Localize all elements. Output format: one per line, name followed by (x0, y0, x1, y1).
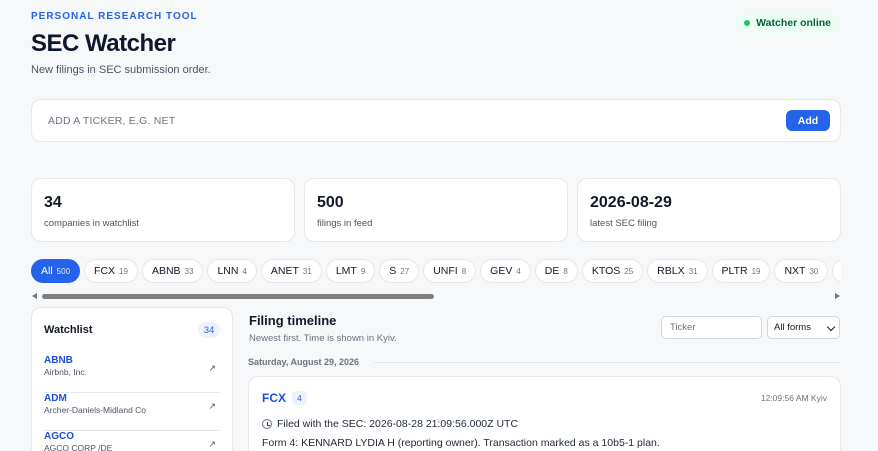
form-type-select[interactable]: All forms (767, 316, 840, 339)
stat-value: 500 (317, 194, 344, 211)
watchlist-ticker[interactable]: ABNB (44, 355, 73, 366)
external-link-icon[interactable]: ↗ (208, 363, 216, 374)
form-type-select-value: All forms (774, 322, 811, 333)
chip-count: 19 (119, 266, 128, 276)
filter-chip-abnb[interactable]: ABNB 33 (141, 259, 204, 283)
ticker-filter-chips: All 500 FCX 19 ABNB 33 LNN 4 ANET 31 LMT 9 S 27 UNFI 8 G… (31, 259, 841, 285)
clock-icon (262, 419, 272, 429)
external-link-icon[interactable]: ↗ (208, 439, 216, 450)
scroll-left-icon[interactable] (32, 293, 37, 299)
chip-label: GEV (490, 265, 513, 277)
chip-count: 8 (563, 266, 568, 276)
filter-chip-anet[interactable]: ANET 31 (260, 259, 322, 283)
filter-chip-s[interactable]: S 27 (379, 259, 420, 283)
watchlist-item[interactable]: ADM Archer-Daniels-Midland Co ↗ (44, 393, 220, 431)
timeline-title: Filing timeline (249, 313, 337, 328)
watchlist-count-badge: 34 (198, 322, 220, 338)
day-heading: Saturday, August 29, 2026 (248, 357, 360, 367)
ticker-input[interactable] (48, 112, 748, 130)
chip-label: LMT (335, 265, 357, 277)
status-badge: Watcher online (736, 13, 839, 33)
chip-count: 30 (809, 266, 819, 276)
day-divider (374, 362, 841, 363)
filter-chip-all[interactable]: All 500 (31, 259, 81, 283)
stat-value: 2026-08-29 (590, 194, 672, 211)
stat-label: latest SEC filing (590, 218, 658, 229)
chip-label: PLTR (721, 265, 748, 277)
page-subtitle: New filings in SEC submission order. (31, 64, 211, 76)
chip-label: FCX (94, 265, 116, 277)
chip-label: ABNB (151, 265, 181, 277)
watchlist-title: Watchlist (44, 324, 93, 336)
chips-scrollbar[interactable] (31, 293, 841, 301)
external-link-icon[interactable]: ↗ (208, 401, 216, 412)
chip-label: KTOS (591, 265, 621, 277)
app-eyebrow: PERSONAL RESEARCH TOOL (31, 11, 198, 22)
stat-value: 34 (44, 194, 62, 211)
chip-label: All (41, 265, 53, 277)
watchlist-company-name: AGCO CORP /DE (44, 443, 113, 451)
filter-chip-unfi[interactable]: UNFI 8 (423, 259, 477, 283)
filter-chip-rblx[interactable]: RBLX 31 (647, 259, 708, 283)
chip-count: 19 (751, 266, 761, 276)
page-title: SEC Watcher (31, 30, 176, 57)
status-dot-icon (744, 20, 751, 26)
filing-form-badge: 4 (292, 391, 307, 405)
filing-card: FCX 4 12:09:56 AM Kyiv Filed with the SE… (248, 376, 841, 451)
watchlist-ticker[interactable]: AGCO (44, 431, 74, 442)
chip-count: 500 (56, 266, 71, 276)
watchlist-item[interactable]: AGCO AGCO CORP /DE ↗ (44, 431, 220, 451)
filter-chip-isrg[interactable]: ISRG (832, 259, 841, 283)
filing-filed-line: Filed with the SEC: 2026-08-28 21:09:56.… (262, 418, 518, 430)
filing-description: Form 4: KENNARD LYDIA H (reporting owner… (262, 437, 660, 449)
chip-count: 8 (461, 266, 467, 276)
status-text: Watcher online (756, 17, 831, 29)
chip-count: 4 (242, 266, 247, 276)
chip-count: 31 (302, 266, 312, 276)
watchlist-ticker[interactable]: ADM (44, 393, 67, 404)
stat-label: filings in feed (317, 218, 373, 229)
timeline-subtitle: Newest first. Time is shown in Kyiv. (249, 333, 397, 344)
chip-label: DE (544, 265, 560, 277)
stat-card-filings: 500 filings in feed (304, 178, 568, 242)
chip-count: 33 (184, 266, 194, 276)
filter-chip-nxt[interactable]: NXT 30 (774, 259, 829, 283)
scrollbar-thumb[interactable] (42, 294, 434, 299)
ticker-filter-input[interactable] (661, 316, 762, 339)
chip-count: 4 (516, 266, 521, 276)
chip-count: 27 (400, 266, 410, 276)
watchlist-item[interactable]: ABNB Airbnb, Inc. ↗ (44, 355, 220, 393)
scroll-right-icon[interactable] (835, 293, 840, 299)
filter-chip-lnn[interactable]: LNN 4 (207, 259, 257, 283)
chevron-down-icon (826, 322, 836, 332)
chip-count: 31 (688, 266, 698, 276)
chip-label: NXT (784, 265, 806, 277)
chip-label: ANET (270, 265, 299, 277)
add-ticker-button[interactable]: Add (786, 110, 830, 131)
chip-label: S (389, 265, 397, 277)
chip-label: RBLX (657, 265, 685, 277)
watchlist-panel: Watchlist 34 ABNB Airbnb, Inc. ↗ ADM Arc… (31, 307, 233, 451)
filter-chip-fcx[interactable]: FCX 19 (84, 259, 138, 283)
filter-chip-ktos[interactable]: KTOS 25 (581, 259, 644, 283)
stat-label: companies in watchlist (44, 218, 140, 229)
filter-chip-gev[interactable]: GEV 4 (480, 259, 531, 283)
stat-card-companies: 34 companies in watchlist (31, 178, 295, 242)
watchlist-company-name: Archer-Daniels-Midland Co (44, 405, 147, 415)
add-ticker-card: Add (31, 99, 841, 142)
filter-chip-de[interactable]: DE 8 (534, 259, 578, 283)
chip-label: UNFI (433, 265, 458, 277)
chip-count: 9 (360, 266, 366, 276)
chip-count: 25 (624, 266, 634, 276)
filing-ticker-link[interactable]: FCX (262, 391, 286, 405)
chip-label: LNN (217, 265, 239, 277)
filing-time: 12:09:56 AM Kyiv (760, 393, 827, 403)
stat-card-latest: 2026-08-29 latest SEC filing (577, 178, 841, 242)
filter-chip-lmt[interactable]: LMT 9 (325, 259, 376, 283)
filter-chip-pltr[interactable]: PLTR 19 (711, 259, 771, 283)
filing-filed-text: Filed with the SEC: 2026-08-28 21:09:56.… (277, 418, 519, 430)
watchlist-company-name: Airbnb, Inc. (44, 367, 87, 377)
